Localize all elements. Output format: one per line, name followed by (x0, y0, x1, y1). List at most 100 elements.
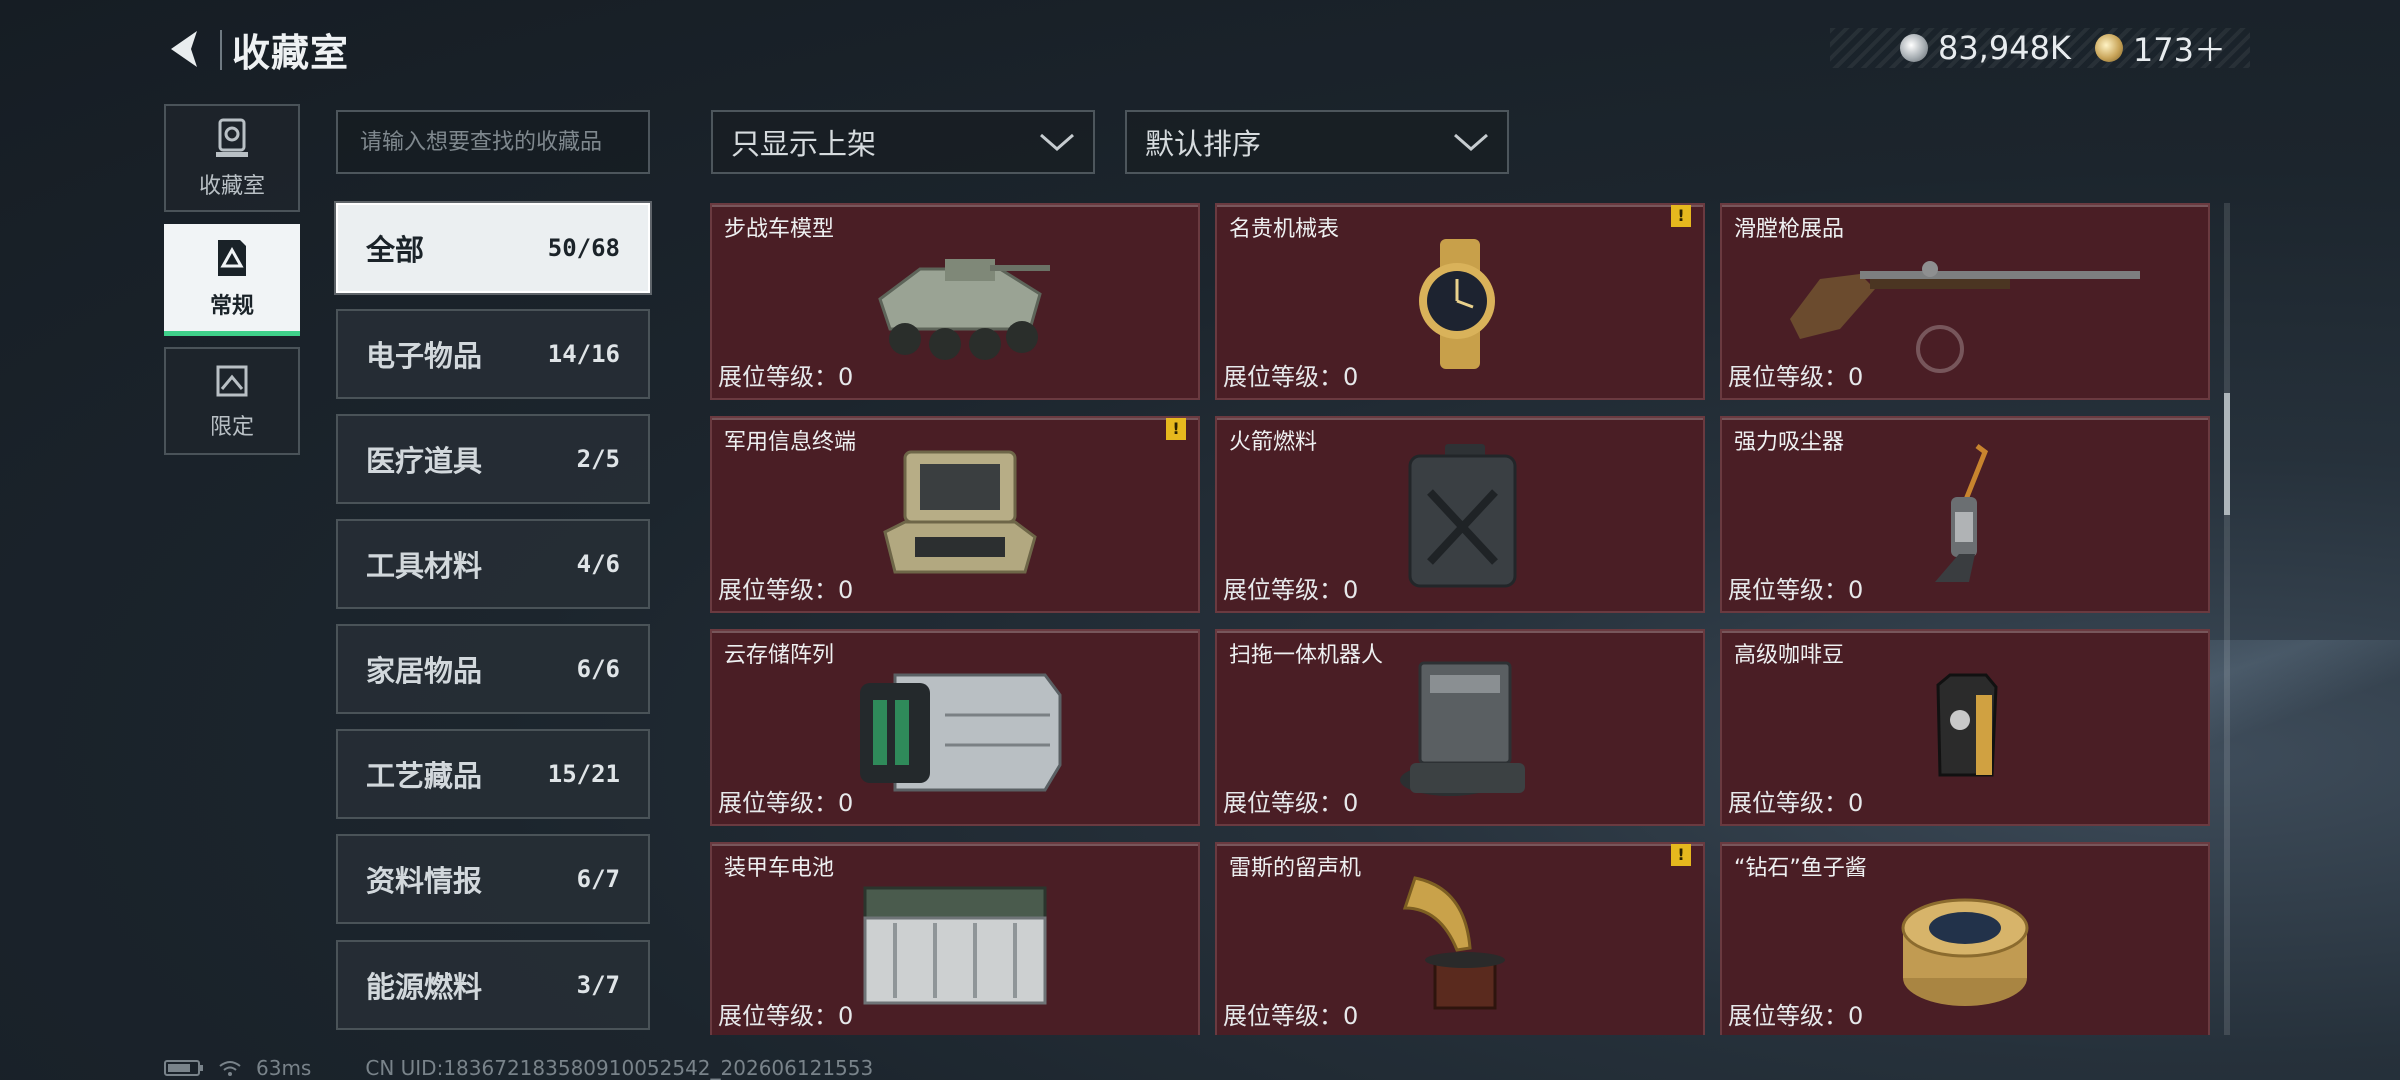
category-name: 工艺藏品 (366, 759, 483, 793)
currency-value: 83,948K (1937, 29, 2071, 67)
item-card[interactable]: 云存储阵列 展位等级：0 (710, 629, 1200, 826)
item-level: 展位等级：0 (1223, 1002, 1359, 1030)
uid-text: CN UID:18367218358091005254​2_2026061215… (365, 1056, 874, 1080)
item-card[interactable]: 军用信息终端 ! 展位等级：0 (710, 416, 1200, 613)
item-level: 展位等级：0 (718, 1002, 854, 1030)
vacuum-cleaner-icon (1935, 444, 1989, 582)
coffee-bean-bag-icon (1936, 673, 1998, 777)
category-name: 电子物品 (366, 339, 483, 373)
item-name: 军用信息终端 (724, 430, 857, 455)
scrollbar-thumb[interactable] (2224, 393, 2230, 515)
item-card[interactable]: 步战车模型 展位等级：0 (710, 203, 1200, 400)
limited-icon (216, 365, 248, 397)
item-level: 展位等级：0 (1728, 789, 1864, 817)
category-electronics[interactable]: 电子物品 14/16 (336, 309, 650, 399)
chevron-down-icon (1454, 133, 1488, 151)
category-count: 2/5 (576, 445, 620, 473)
item-card[interactable]: 强力吸尘器 展位等级：0 (1720, 416, 2210, 613)
side-tab-label: 常规 (209, 294, 254, 319)
display-filter-dropdown[interactable]: 只显示上架 (711, 110, 1095, 174)
category-crafts[interactable]: 工艺藏品 15/21 (336, 729, 650, 819)
robot-mop-icon (1400, 661, 1525, 796)
item-level: 展位等级：0 (1223, 576, 1359, 604)
item-name: 雷斯的留声机 (1229, 856, 1362, 881)
silver-coin-icon (1899, 34, 1928, 62)
side-tab-collection-room[interactable]: 收藏室 (164, 104, 300, 212)
item-level: 展位等级：0 (1223, 789, 1359, 817)
ifv-model-icon (878, 259, 1050, 360)
category-name: 家居物品 (366, 654, 483, 688)
item-level: 展位等级：0 (1223, 363, 1359, 391)
caviar-tin-icon (1901, 898, 2029, 1006)
sort-dropdown[interactable]: 默认排序 (1125, 110, 1509, 174)
battery-icon (164, 1060, 203, 1076)
category-name: 能源燃料 (366, 970, 483, 1004)
category-fuel[interactable]: 能源燃料 3/7 (336, 940, 650, 1030)
item-name: 步战车模型 (724, 217, 835, 242)
sort-value: 默认排序 (1145, 127, 1262, 161)
item-name: 云存储阵列 (724, 643, 835, 668)
item-name: “钻石”鱼子酱 (1734, 856, 1867, 881)
item-level: 展位等级：0 (1728, 576, 1864, 604)
category-name: 资料情报 (366, 864, 483, 898)
item-card[interactable]: 高级咖啡豆 展位等级：0 (1720, 629, 2210, 826)
category-household[interactable]: 家居物品 6/6 (336, 624, 650, 714)
side-tab-label: 收藏室 (198, 174, 265, 199)
currency-bar: 83,948K 173＋ (1830, 25, 2250, 71)
item-level: 展位等级：0 (718, 789, 854, 817)
wifi-icon (219, 1061, 241, 1076)
side-tab-limited[interactable]: 限定 (164, 347, 300, 455)
page-title: 收藏室 (232, 31, 350, 75)
item-card[interactable]: 雷斯的留声机 ! 展位等级：0 (1215, 842, 1705, 1035)
category-count: 4/6 (576, 550, 620, 578)
item-name: 强力吸尘器 (1734, 430, 1845, 455)
category-intel[interactable]: 资料情报 6/7 (336, 834, 650, 924)
warning-document-icon (218, 240, 246, 276)
fuel-canister-icon (1408, 444, 1517, 588)
category-count: 50/68 (547, 234, 620, 262)
armored-battery-icon (863, 886, 1047, 1005)
new-alert-badge: ! (1671, 844, 1691, 866)
category-name: 医疗道具 (366, 444, 483, 478)
currency-value[interactable]: 173＋ (2133, 25, 2226, 71)
luxury-watch-icon (1419, 239, 1495, 369)
side-tab-label: 限定 (209, 415, 254, 440)
item-name: 装甲车电池 (724, 856, 835, 881)
item-level: 展位等级：0 (718, 363, 854, 391)
chevron-down-icon (1040, 133, 1074, 151)
back-arrow-icon (171, 31, 197, 67)
category-tools[interactable]: 工具材料 4/6 (336, 519, 650, 609)
back-button[interactable] (160, 24, 210, 74)
search-input[interactable] (336, 110, 650, 174)
trophy-icon (216, 118, 248, 157)
category-name: 工具材料 (366, 549, 483, 583)
category-count: 6/6 (576, 655, 620, 683)
category-all[interactable]: 全部 50/68 (336, 203, 650, 293)
grid-scrollbar[interactable] (2224, 203, 2230, 1035)
item-name: 高级咖啡豆 (1734, 643, 1845, 668)
item-card[interactable]: “钻石”鱼子酱 展位等级：0 (1720, 842, 2210, 1035)
item-level: 展位等级：0 (718, 576, 854, 604)
item-card[interactable]: 名贵机械表 ! 展位等级：0 (1215, 203, 1705, 400)
storage-array-icon (860, 673, 1062, 792)
item-card[interactable]: 火箭燃料 展位等级：0 (1215, 416, 1705, 613)
category-count: 15/21 (547, 760, 620, 788)
item-card[interactable]: 装甲车电池 展位等级：0 (710, 842, 1200, 1035)
side-tab-regular[interactable]: 常规 (164, 224, 300, 336)
item-card[interactable]: 滑膛枪展品 展位等级：0 (1720, 203, 2210, 400)
category-count: 14/16 (547, 340, 620, 368)
item-level: 展位等级：0 (1728, 363, 1864, 391)
item-name: 火箭燃料 (1229, 430, 1318, 455)
status-footer: 63ms CN UID:18367218358091005254​2_20260… (164, 1056, 873, 1080)
military-terminal-icon (883, 450, 1037, 574)
display-filter-value: 只显示上架 (731, 127, 877, 161)
item-card[interactable]: 扫拖一体机器人 展位等级：0 (1215, 629, 1705, 826)
category-medical[interactable]: 医疗道具 2/5 (336, 414, 650, 504)
category-count: 6/7 (576, 865, 620, 893)
new-alert-badge: ! (1166, 418, 1186, 440)
category-name: 全部 (366, 233, 425, 267)
item-name: 名贵机械表 (1229, 217, 1340, 242)
collection-grid: 步战车模型 展位等级：0 名贵机械表 ! 展位等级：0 滑膛枪展品 展位等级：0… (710, 203, 2215, 1035)
item-level: 展位等级：0 (1728, 1002, 1864, 1030)
item-name: 扫拖一体机器人 (1229, 643, 1384, 668)
